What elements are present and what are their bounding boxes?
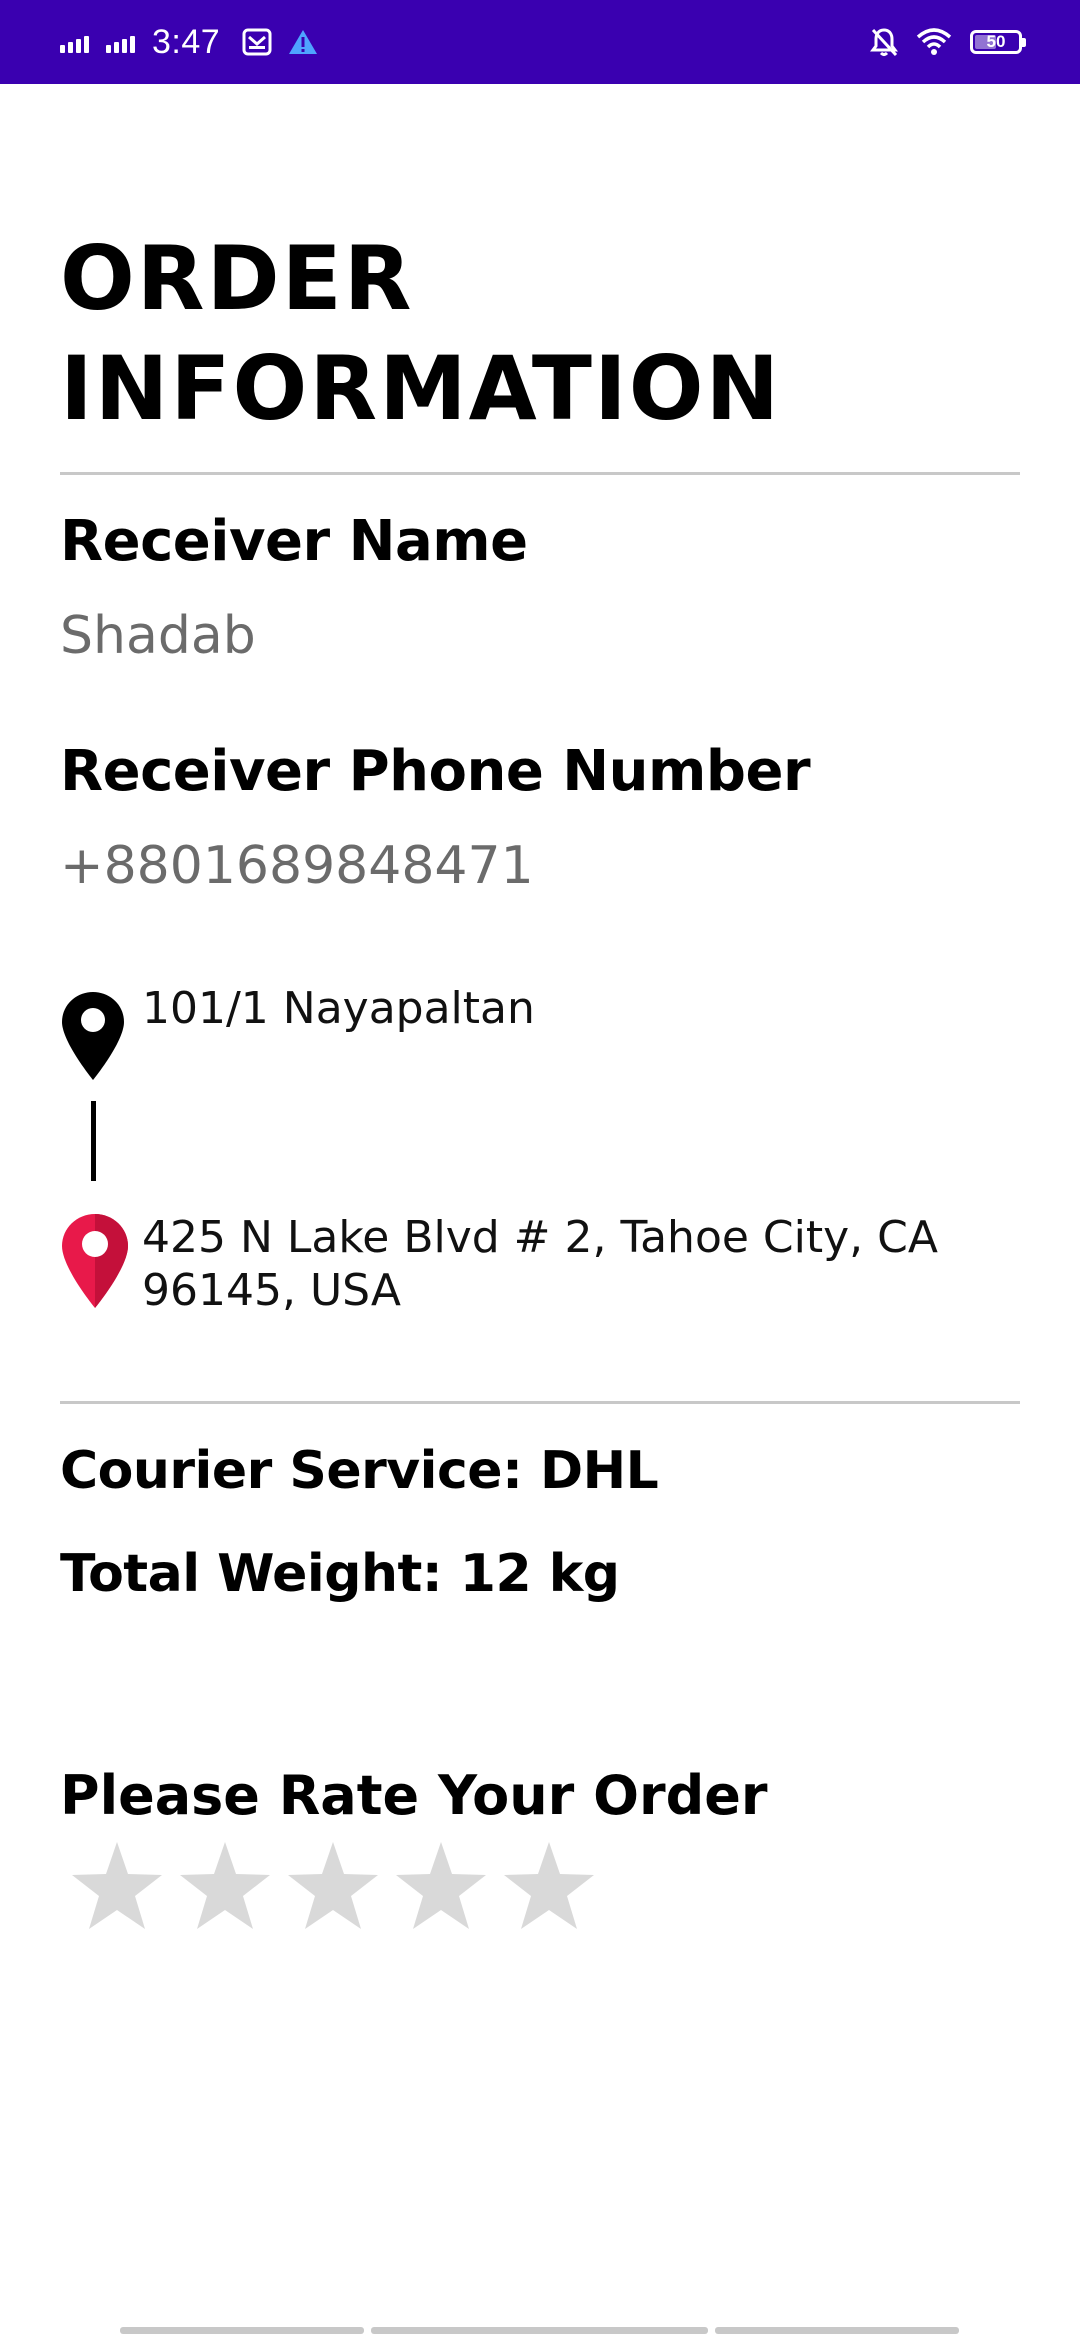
receiver-name-value: Shadab (60, 606, 256, 666)
divider (60, 1401, 1020, 1404)
mail-icon (242, 28, 272, 56)
warning-icon (288, 29, 318, 55)
total-weight: Total Weight: 12 kg (60, 1544, 620, 1604)
courier-service: Courier Service: DHL (60, 1441, 659, 1501)
bell-off-icon (870, 27, 898, 57)
nav-indicator-segment (371, 2327, 708, 2334)
star-icon[interactable] (64, 1836, 170, 1936)
nav-indicator-segment (715, 2327, 959, 2334)
battery-level: 50 (986, 32, 1006, 51)
star-icon[interactable] (496, 1836, 602, 1936)
wifi-icon (916, 27, 952, 57)
destination-address: 425 N Lake Blvd # 2, Tahoe City, CA 9614… (142, 1212, 938, 1316)
map-pin-icon (60, 1212, 130, 1315)
star-icon[interactable] (388, 1836, 494, 1936)
star-icon[interactable] (280, 1836, 386, 1936)
star-rating[interactable] (64, 1836, 604, 1936)
star-icon[interactable] (172, 1836, 278, 1936)
battery-icon: 50 (970, 30, 1026, 54)
status-bar-right: 50 (870, 0, 1026, 84)
signal-icon (106, 31, 138, 53)
signal-icon (60, 31, 92, 53)
rate-order-heading: Please Rate Your Order (60, 1764, 768, 1827)
page-title-line-2: INFORMATION (60, 337, 782, 440)
status-bar: 3:47 50 (0, 0, 1080, 84)
page-title-line-1: ORDER (60, 227, 414, 330)
status-time: 3:47 (152, 22, 221, 61)
bottom-navigation-indicator (0, 2327, 1080, 2335)
receiver-phone-value: +8801689848471 (60, 836, 534, 896)
nav-indicator-segment (120, 2327, 364, 2334)
receiver-name-label: Receiver Name (60, 509, 528, 574)
receiver-phone-label: Receiver Phone Number (60, 739, 811, 804)
page-title: ORDER INFORMATION (60, 224, 781, 444)
status-bar-left: 3:47 (60, 0, 334, 84)
route-line (91, 1101, 96, 1181)
map-pin-icon (60, 990, 126, 1087)
pickup-address: 101/1 Nayapaltan (142, 983, 535, 1034)
divider (60, 472, 1020, 475)
